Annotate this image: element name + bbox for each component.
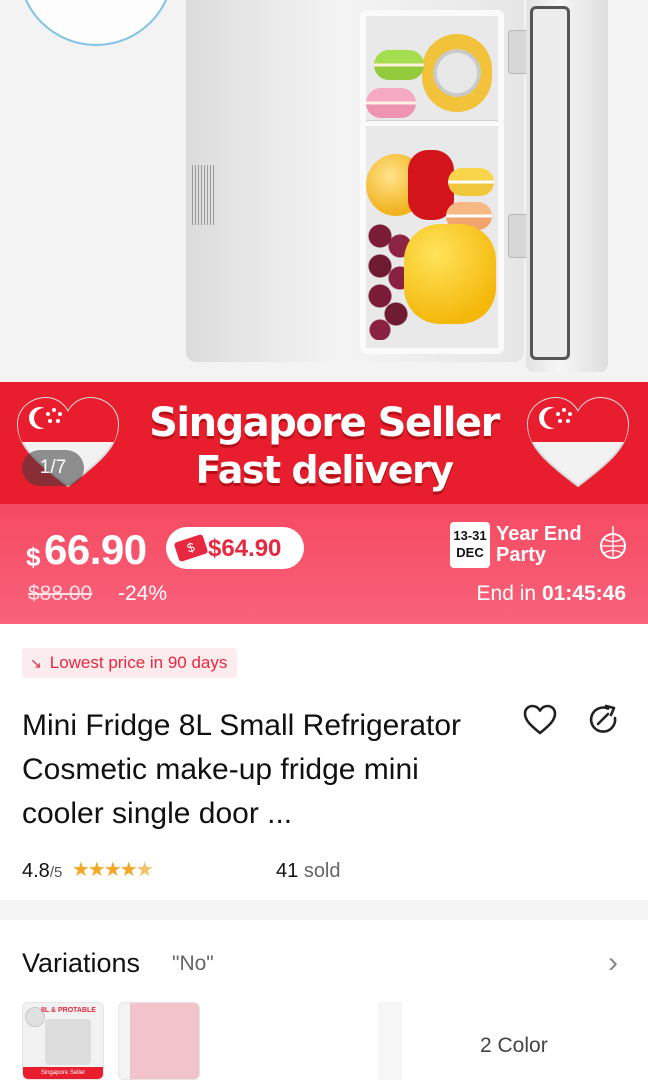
price-currency: $ (26, 542, 41, 572)
singapore-seller-banner: Singapore Seller Fast delivery 1/7 (0, 382, 648, 504)
discount-percent: -24% (118, 582, 168, 605)
rating-value: 4.8/5 (22, 860, 63, 882)
variations-section[interactable]: Variations "No" › 8L & PROTABLE Singapor… (12, 920, 636, 1080)
disco-ball-icon (600, 526, 626, 559)
fridge-interior (360, 10, 504, 354)
fridge-door-panel (530, 6, 570, 360)
singapore-heart-flag-icon (526, 396, 630, 488)
yellow-pepper (404, 224, 496, 324)
decorative-circle (18, 0, 174, 46)
banner-headline: Singapore Seller (149, 400, 500, 446)
heart-outline-icon[interactable] (522, 702, 558, 738)
trend-down-icon: ↘ (30, 655, 42, 671)
banner-subheadline: Fast delivery (195, 448, 454, 492)
section-divider (0, 900, 648, 920)
product-image-gallery[interactable] (0, 0, 648, 382)
original-price: $88.00 (28, 582, 93, 605)
promo-title: Year End Party (496, 523, 582, 566)
variations-title: Variations (22, 948, 141, 978)
variation-thumbnail[interactable]: 8L & PROTABLE Singapore Seller (22, 1002, 104, 1080)
macaron-pink (366, 88, 416, 118)
macaron-green (374, 50, 424, 80)
image-counter: 1/7 (22, 450, 84, 486)
fridge-thumbnail-image (45, 1019, 91, 1065)
chevron-right-icon[interactable]: › (608, 946, 618, 980)
price-bar: $ 66.90 $ $64.90 $88.00 -24% 13-31 DEC Y… (0, 504, 648, 624)
lowest-price-tag: ↘ Lowest price in 90 days (22, 648, 238, 678)
voucher-price: $64.90 (208, 535, 282, 562)
voucher-icon: $ (173, 533, 209, 563)
fridge-vent (192, 165, 216, 225)
rating-stars: ★★★★★ (72, 859, 154, 881)
product-title: Mini Fridge 8L Small Refrigerator Cosmet… (22, 709, 462, 830)
share-icon[interactable] (586, 702, 622, 738)
current-price: 66.90 (44, 526, 147, 573)
promo-date-badge: 13-31 DEC (450, 522, 490, 568)
product-info-card: ↘ Lowest price in 90 days Mini Fridge 8L … (12, 628, 636, 900)
variations-selected: "No" (172, 952, 214, 975)
variation-thumbnail[interactable] (118, 1002, 200, 1080)
drink-can (422, 34, 492, 112)
voucher-price-pill[interactable]: $ $64.90 (166, 527, 304, 569)
countdown: End in 01:45:46 (476, 582, 626, 605)
macaron-yellow (448, 168, 494, 196)
sold-count: 41 sold (276, 860, 341, 882)
variation-thumbnail[interactable] (378, 1002, 402, 1080)
countdown-time: 01:45:46 (541, 582, 626, 605)
variation-count: 2 Color (480, 1034, 548, 1057)
fridge-shelf (366, 120, 498, 126)
